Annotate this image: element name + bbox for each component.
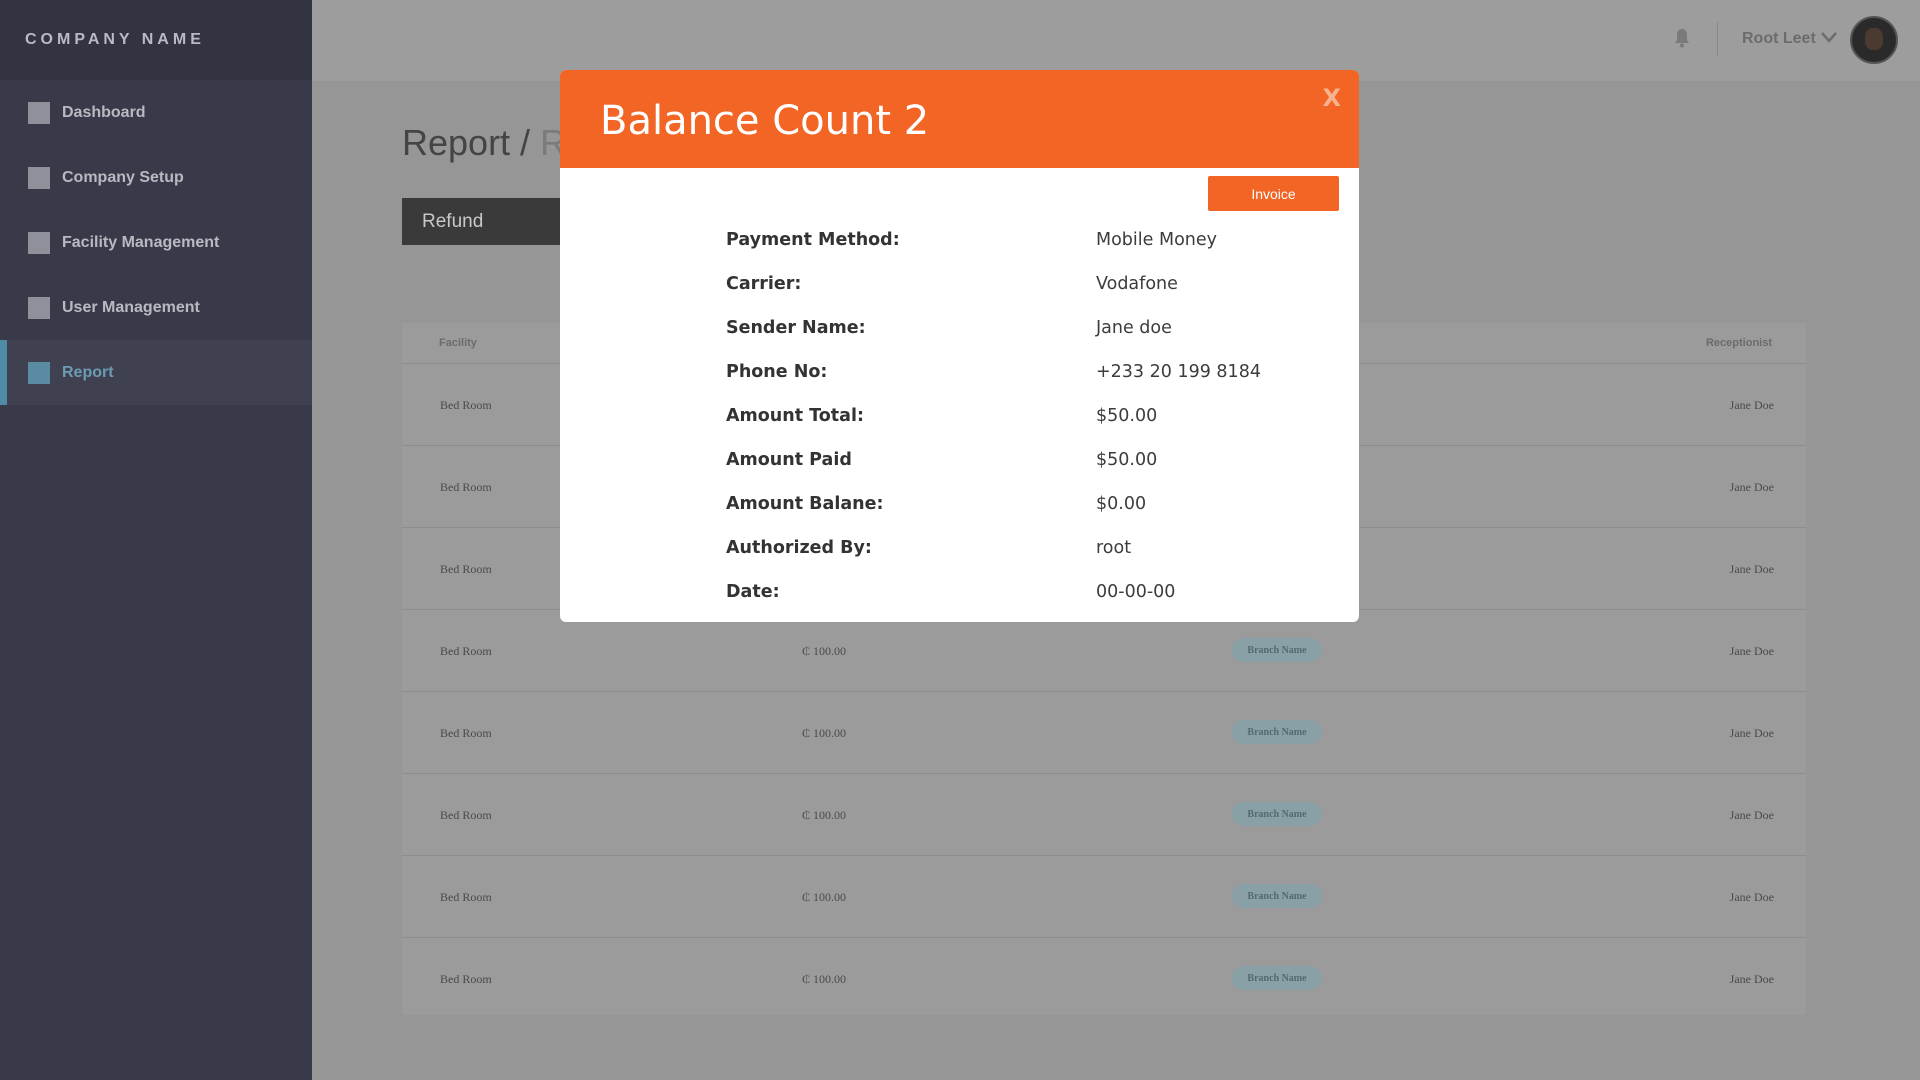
column-header-receptionist: Receptionist xyxy=(1705,337,1772,349)
detail-label: Amount Paid xyxy=(726,450,852,470)
cell-facility: Bed Room xyxy=(440,808,492,822)
sidebar-item-facility-management[interactable]: Facility Management xyxy=(0,210,312,275)
detail-label: Amount Balane: xyxy=(726,494,884,514)
branch-badge: Branch Name xyxy=(1232,802,1322,826)
top-bar: Root Leet xyxy=(312,0,1920,81)
cell-facility: Bed Room xyxy=(440,398,492,412)
detail-row-phone-no: Phone No: +233 20 199 8184 xyxy=(726,362,1286,406)
page-title: Report / Re xyxy=(402,122,586,164)
sidebar-item-label: Company Setup xyxy=(62,168,184,186)
detail-label: Payment Method: xyxy=(726,230,900,250)
square-icon xyxy=(28,296,50,319)
cell-receptionist: Jane Doe xyxy=(1729,808,1774,822)
detail-value: $50.00 xyxy=(1096,406,1158,426)
cell-amount: ₵ 100.00 xyxy=(802,644,847,658)
detail-value: root xyxy=(1096,538,1132,558)
detail-row-authorized-by: Authorized By: root xyxy=(726,538,1286,582)
cell-facility: Bed Room xyxy=(440,726,492,740)
square-icon xyxy=(28,166,50,189)
cell-receptionist: Jane Doe xyxy=(1729,890,1774,904)
cell-receptionist: Jane Doe xyxy=(1729,398,1774,412)
detail-value: Jane doe xyxy=(1096,318,1172,338)
cell-facility: Bed Room xyxy=(440,890,492,904)
detail-label: Carrier: xyxy=(726,274,802,294)
square-icon xyxy=(28,101,50,124)
sidebar-item-report[interactable]: Report xyxy=(0,340,312,405)
table-row[interactable]: Bed Room ₵ 100.00 Branch Name Jane Doe xyxy=(402,773,1806,855)
cell-facility: Bed Room xyxy=(440,562,492,576)
cell-facility: Bed Room xyxy=(440,480,492,494)
detail-row-amount-paid: Amount Paid $50.00 xyxy=(726,450,1286,494)
sidebar-nav: Dashboard Company Setup Facility Managem… xyxy=(0,80,312,405)
detail-row-payment-method: Payment Method: Mobile Money xyxy=(726,230,1286,274)
refund-tab[interactable]: Refund xyxy=(402,198,572,245)
detail-label: Amount Total: xyxy=(726,406,864,426)
user-name[interactable]: Root Leet xyxy=(1742,30,1816,48)
avatar[interactable] xyxy=(1850,16,1898,64)
cell-receptionist: Jane Doe xyxy=(1729,480,1774,494)
divider xyxy=(1717,22,1718,56)
detail-row-date: Date: 00-00-00 xyxy=(726,582,1286,622)
detail-label: Date: xyxy=(726,582,780,602)
company-name: COMPANY NAME xyxy=(0,0,312,80)
modal-header: Balance Count 2 X xyxy=(560,70,1359,168)
table-row[interactable]: Bed Room ₵ 100.00 Branch Name Jane Doe xyxy=(402,691,1806,773)
branch-badge: Branch Name xyxy=(1232,966,1322,990)
branch-badge: Branch Name xyxy=(1232,638,1322,662)
close-icon[interactable]: X xyxy=(1322,84,1341,112)
cell-amount: ₵ 100.00 xyxy=(802,890,847,904)
balance-count-modal: Balance Count 2 X Invoice Payment Method… xyxy=(560,70,1359,622)
cell-facility: Bed Room xyxy=(440,972,492,986)
detail-row-carrier: Carrier: Vodafone xyxy=(726,274,1286,318)
sidebar-item-dashboard[interactable]: Dashboard xyxy=(0,80,312,145)
table-row[interactable]: Bed Room ₵ 100.00 Branch Name Jane Doe xyxy=(402,937,1806,1019)
detail-label: Authorized By: xyxy=(726,538,872,558)
sidebar-item-label: Dashboard xyxy=(62,103,146,121)
detail-value: Mobile Money xyxy=(1096,230,1217,250)
branch-badge: Branch Name xyxy=(1232,720,1322,744)
detail-value: +233 20 199 8184 xyxy=(1096,362,1261,382)
detail-value: $50.00 xyxy=(1096,450,1158,470)
sidebar: COMPANY NAME Dashboard Company Setup Fac… xyxy=(0,0,312,1080)
page-title-main: Report / xyxy=(402,122,541,163)
modal-title: Balance Count 2 xyxy=(600,98,930,144)
sidebar-item-company-setup[interactable]: Company Setup xyxy=(0,145,312,210)
detail-row-amount-total: Amount Total: $50.00 xyxy=(726,406,1286,450)
cell-facility: Bed Room xyxy=(440,644,492,658)
cell-amount: ₵ 100.00 xyxy=(802,808,847,822)
payment-details: Payment Method: Mobile Money Carrier: Vo… xyxy=(726,230,1286,622)
sidebar-item-label: User Management xyxy=(62,298,200,316)
detail-value: 00-00-00 xyxy=(1096,582,1176,602)
chevron-down-icon[interactable] xyxy=(1820,30,1838,44)
sidebar-item-label: Facility Management xyxy=(62,233,220,251)
square-icon xyxy=(28,361,50,384)
detail-row-amount-balance: Amount Balane: $0.00 xyxy=(726,494,1286,538)
detail-label: Sender Name: xyxy=(726,318,866,338)
column-header-facility: Facility xyxy=(439,337,477,349)
square-icon xyxy=(28,231,50,254)
table-row[interactable]: Bed Room ₵ 100.00 Branch Name Jane Doe xyxy=(402,855,1806,937)
detail-value: Vodafone xyxy=(1096,274,1178,294)
cell-receptionist: Jane Doe xyxy=(1729,644,1774,658)
cell-receptionist: Jane Doe xyxy=(1729,972,1774,986)
sidebar-item-user-management[interactable]: User Management xyxy=(0,275,312,340)
cell-receptionist: Jane Doe xyxy=(1729,562,1774,576)
invoice-button[interactable]: Invoice xyxy=(1208,176,1339,211)
cell-amount: ₵ 100.00 xyxy=(802,972,847,986)
branch-badge: Branch Name xyxy=(1232,884,1322,908)
detail-row-sender-name: Sender Name: Jane doe xyxy=(726,318,1286,362)
sidebar-item-label: Report xyxy=(62,363,114,381)
detail-value: $0.00 xyxy=(1096,494,1147,514)
cell-receptionist: Jane Doe xyxy=(1729,726,1774,740)
bell-icon[interactable] xyxy=(1674,28,1690,48)
cell-amount: ₵ 100.00 xyxy=(802,726,847,740)
detail-label: Phone No: xyxy=(726,362,828,382)
